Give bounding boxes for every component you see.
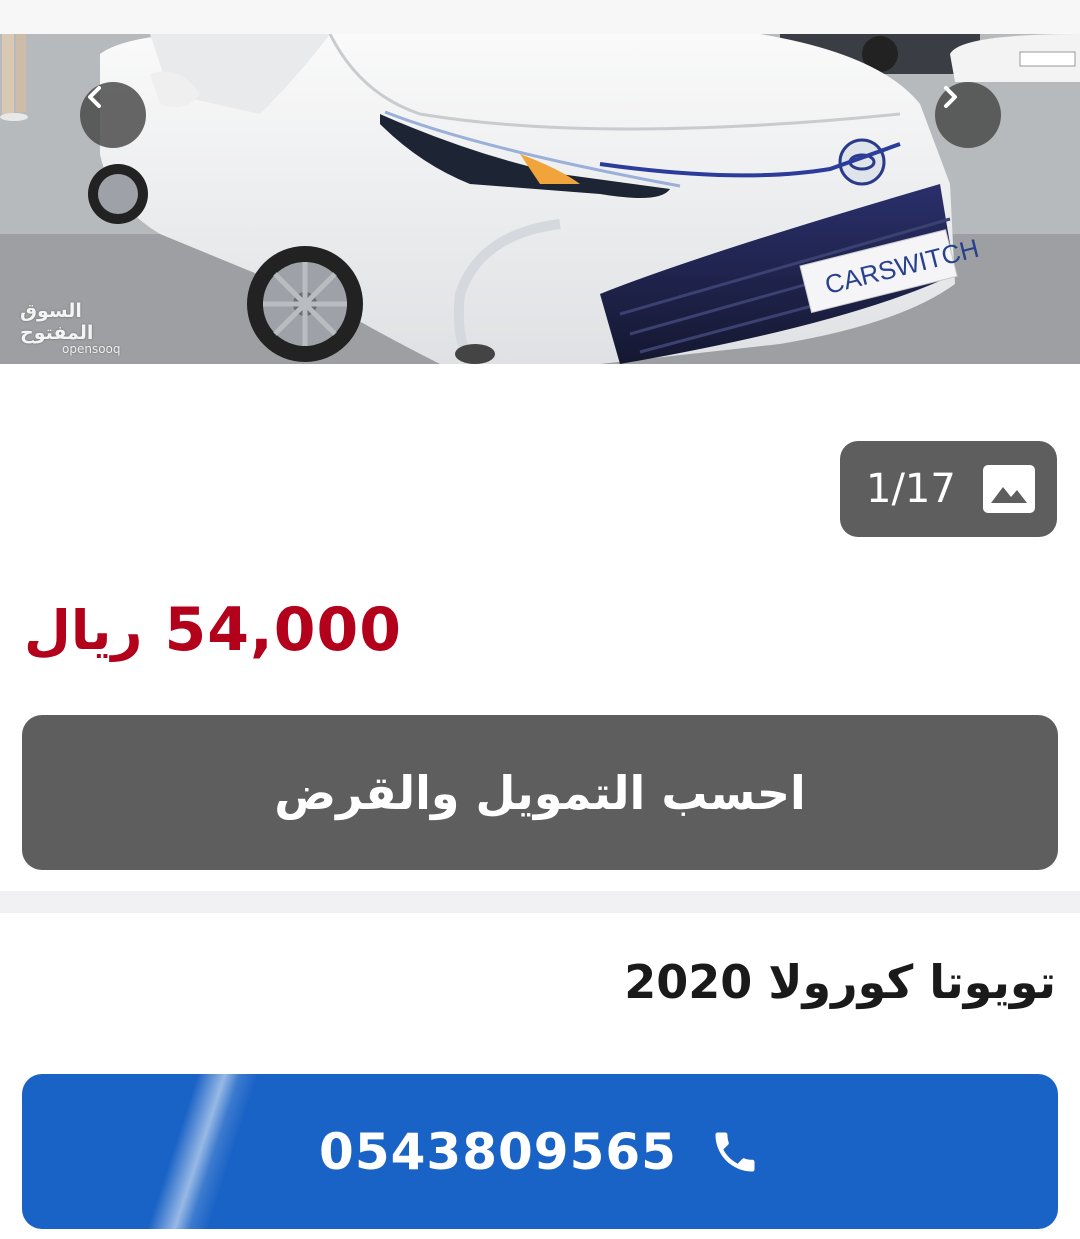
chevron-right-icon <box>944 86 957 108</box>
image-icon <box>983 465 1035 513</box>
listing-title: تويوتا كورولا 2020 <box>624 955 1056 1009</box>
chevron-left-icon <box>88 86 101 108</box>
image-counter-text: 1/17 <box>866 466 956 512</box>
gallery-prev-button[interactable] <box>80 82 146 148</box>
button-shine <box>139 1074 265 1229</box>
finance-calculator-button[interactable]: احسب التمويل والقرض <box>22 715 1058 870</box>
image-counter[interactable]: 1/17 <box>840 441 1057 537</box>
listing-photo[interactable]: CARSWITCH السوق المفتوح opensooq <box>0 34 1080 364</box>
listing-price: ريال 54,000 <box>24 590 524 670</box>
top-bar <box>0 0 1080 34</box>
call-seller-button[interactable]: 0543809565 <box>22 1074 1058 1229</box>
finance-calculator-label: احسب التمويل والقرض <box>274 765 806 820</box>
phone-number: 0543809565 <box>319 1122 677 1181</box>
watermark-arabic: السوق المفتوح <box>20 300 94 344</box>
opensooq-watermark: السوق المفتوح opensooq <box>20 300 150 356</box>
price-value: 54,000 <box>164 595 403 665</box>
listing-page: CARSWITCH السوق المفتوح opensooq 1/17 ري… <box>0 0 1080 1239</box>
phone-icon <box>709 1126 761 1178</box>
watermark-latin: opensooq <box>62 342 121 356</box>
car-photo-illustration: CARSWITCH <box>0 34 1080 364</box>
price-currency: ريال <box>24 598 143 662</box>
gallery-next-button[interactable] <box>935 82 1001 148</box>
section-divider <box>0 891 1080 913</box>
